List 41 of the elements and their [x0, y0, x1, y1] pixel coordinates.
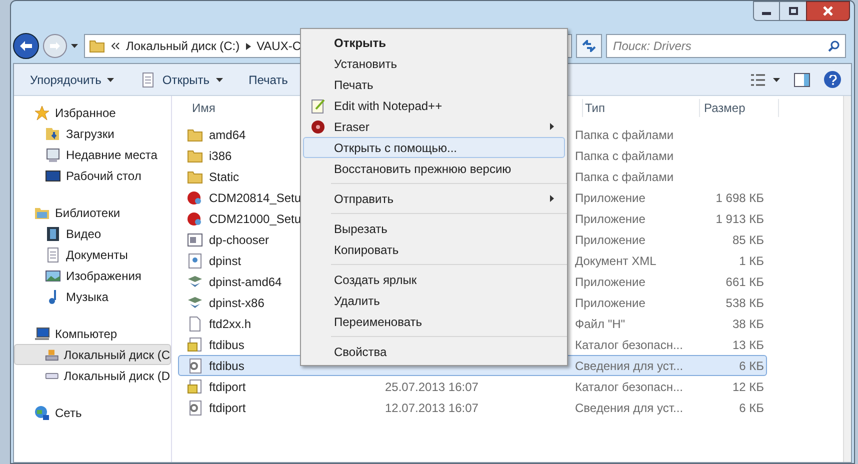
type-cell-text: Приложение [575, 274, 646, 290]
type-cell-text: Приложение [575, 294, 646, 312]
file-name: i386 [209, 148, 232, 164]
type-cell-text: Приложение [575, 190, 646, 206]
file-name: dpinst [209, 252, 242, 270]
file-name: ftdiport [209, 378, 246, 396]
size-cell-text: 538 КБ [724, 294, 764, 312]
file-name: CDM20814_Setu [209, 190, 302, 206]
size-cell-text: 38 КБ [731, 316, 764, 332]
date-cell-text: 12.07.2013 16:07 [385, 400, 480, 416]
type-cell-text: Документ XML [575, 252, 658, 270]
size-cell-text: 1 698 КБ [714, 190, 764, 206]
type-cell-text: Сведения для уст... [575, 400, 684, 416]
file-name: CDM21000_Setu [209, 210, 302, 228]
size-cell-text: 85 КБ [731, 232, 764, 248]
file-name: ftd2xx.h [209, 316, 252, 332]
type-cell-text: Папка с файлами [575, 148, 675, 164]
type-cell-text: Папка с файлами [575, 168, 675, 186]
type-cell-text: Приложение [575, 232, 646, 248]
file-name: Static [209, 168, 240, 186]
type-cell-text: Приложение [575, 210, 646, 228]
type-cell-text: Файл "H" [575, 316, 626, 332]
size-cell-text: 661 КБ [724, 274, 764, 290]
file-name: dpinst-amd64 [209, 274, 282, 290]
size-cell-text: 6 КБ [738, 358, 764, 374]
type-cell-text: Папка с файлами [575, 126, 675, 144]
file-name: amd64 [209, 126, 246, 144]
date-cell-text: 25.07.2013 16:07 [385, 378, 480, 396]
file-name: ftdibus [209, 358, 244, 374]
size-cell-text: 13 КБ [731, 336, 764, 354]
type-cell-text: Каталог безопасн... [575, 378, 684, 396]
type-cell-text: Каталог безопасн... [575, 336, 684, 354]
file-name: dpinst-x86 [209, 294, 264, 312]
size-cell-text: 1 КБ [738, 252, 764, 270]
file-name: ftdiport [209, 400, 246, 416]
type-cell-text: Сведения для уст... [575, 358, 684, 374]
file-name: ftdibus [209, 336, 244, 354]
size-cell-text: 12 КБ [731, 378, 764, 396]
size-cell-text: 6 КБ [738, 400, 764, 416]
size-cell-text: 1 913 КБ [714, 210, 764, 228]
file-name: dp-chooser [209, 232, 270, 248]
